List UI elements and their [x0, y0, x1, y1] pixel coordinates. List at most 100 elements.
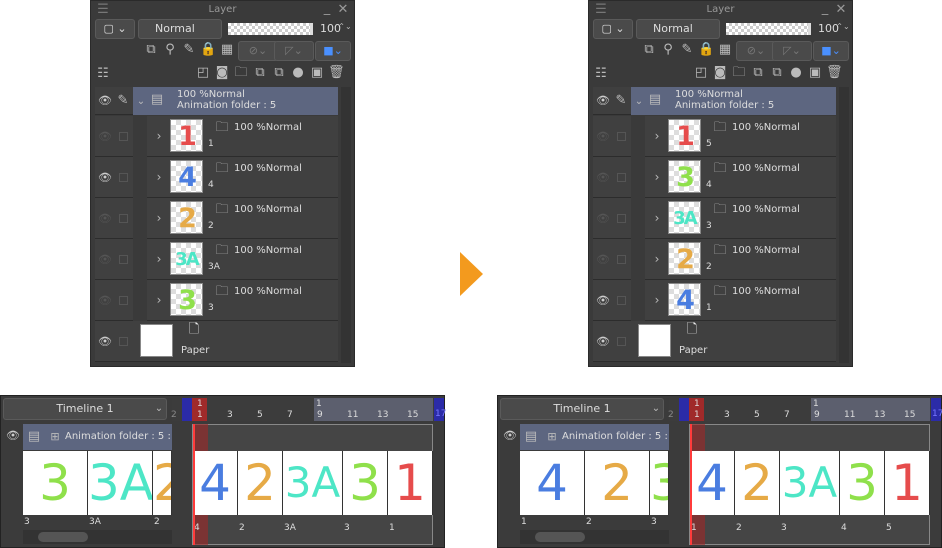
- scrollbar[interactable]: [341, 87, 351, 363]
- reference-icon[interactable]: ⚲: [162, 43, 178, 57]
- minimize-icon[interactable]: _: [817, 2, 833, 16]
- eye-icon[interactable]: 👁: [595, 294, 611, 307]
- mask-dropdown[interactable]: ⊘⌄: [736, 41, 776, 61]
- minimize-icon[interactable]: _: [319, 2, 335, 16]
- transfer-down-icon[interactable]: ⧉: [750, 66, 766, 80]
- layer-row[interactable]: 👁 › 2 🗀 100 %Normal 2: [95, 198, 338, 239]
- checkbox[interactable]: [119, 173, 128, 182]
- clip-icon[interactable]: ⧉: [641, 43, 657, 57]
- layer-row[interactable]: 👁 › 3 🗀 100 %Normal 4: [593, 157, 836, 198]
- cel-frame[interactable]: 4: [193, 451, 238, 515]
- horizontal-scrollbar[interactable]: [520, 530, 669, 544]
- chevron-right-icon[interactable]: ›: [151, 211, 167, 225]
- reference-icon[interactable]: ⚲: [660, 43, 676, 57]
- eye-icon[interactable]: 👁: [502, 429, 518, 442]
- close-icon[interactable]: ✕: [833, 3, 849, 17]
- blend-mode-dropdown[interactable]: Normal: [138, 19, 222, 39]
- ruler-dropdown[interactable]: ◸⌄: [274, 41, 314, 61]
- checkbox[interactable]: [119, 132, 128, 141]
- chevron-right-icon[interactable]: ›: [649, 129, 665, 143]
- layer-row[interactable]: 👁 › 2 🗀 100 %Normal 2: [593, 239, 836, 280]
- expand-icon[interactable]: ⊞: [47, 430, 63, 444]
- layer-property-icon[interactable]: ☷: [593, 67, 609, 81]
- mask-icon[interactable]: ●: [290, 66, 306, 80]
- layer-row[interactable]: 👁 › 1 🗀 100 %Normal 5: [593, 116, 836, 157]
- expand-icon[interactable]: ⊞: [544, 430, 560, 444]
- chevron-down-icon[interactable]: ⌄: [151, 402, 167, 416]
- cel-frame[interactable]: 3A: [283, 451, 343, 515]
- layer-row[interactable]: 👁 › 3A 🗀 100 %Normal 3: [593, 198, 836, 239]
- new-raster-layer-icon[interactable]: ◰: [195, 66, 211, 80]
- blend-mode-dropdown[interactable]: Normal: [636, 19, 720, 39]
- track-header[interactable]: ▤ ⊞Animation folder : 5 : cel: [520, 424, 669, 450]
- eye-icon[interactable]: 👁: [595, 212, 611, 225]
- eye-icon[interactable]: 👁: [595, 130, 611, 143]
- chevron-right-icon[interactable]: ›: [151, 129, 167, 143]
- scroll-thumb[interactable]: [38, 532, 88, 542]
- draft-icon[interactable]: ✎: [181, 43, 197, 57]
- checkbox[interactable]: [617, 255, 626, 264]
- layer-row[interactable]: 👁 › 3A 🗀 100 %Normal 3A: [95, 239, 338, 280]
- cel-frame[interactable]: 1: [388, 451, 433, 515]
- cel-frame[interactable]: 3: [343, 451, 388, 515]
- frame-ruler[interactable]: 2 17 1 1 1 3 5 7 9 11 13 15: [668, 398, 942, 421]
- animation-folder-row[interactable]: 👁 ✎ ⌄ ▤ 100 %Normal Animation folder : 5: [95, 87, 338, 115]
- chevron-right-icon[interactable]: ›: [649, 293, 665, 307]
- scroll-thumb[interactable]: [535, 532, 585, 542]
- layer-color-icon[interactable]: ■⌄: [315, 41, 351, 61]
- close-icon[interactable]: ✕: [335, 3, 351, 17]
- lock-transparency-icon[interactable]: ▦: [219, 43, 235, 57]
- timeline-select[interactable]: Timeline 1: [3, 398, 167, 420]
- cel-frame[interactable]: 3: [840, 451, 885, 515]
- eye-icon[interactable]: 👁: [97, 130, 113, 143]
- draft-icon[interactable]: ✎: [679, 43, 695, 57]
- delete-icon[interactable]: 🗑: [328, 66, 345, 80]
- checkbox[interactable]: [119, 255, 128, 264]
- eye-icon[interactable]: 👁: [97, 94, 113, 107]
- eye-icon[interactable]: 👁: [595, 171, 611, 184]
- merge-icon[interactable]: ⧉: [271, 66, 287, 80]
- clip-icon[interactable]: ⧉: [143, 43, 159, 57]
- eye-icon[interactable]: 👁: [595, 253, 611, 266]
- pencil-icon[interactable]: ✎: [613, 94, 629, 108]
- cel-frame[interactable]: 2: [735, 451, 780, 515]
- merge-icon[interactable]: ⧉: [769, 66, 785, 80]
- checkbox[interactable]: [617, 337, 626, 346]
- delete-icon[interactable]: 🗑: [826, 66, 843, 80]
- opacity-slider[interactable]: [726, 23, 811, 35]
- chevron-right-icon[interactable]: ›: [649, 170, 665, 184]
- paper-row[interactable]: 👁 🗋 Paper: [593, 321, 836, 362]
- apply-mask-icon[interactable]: ▣: [309, 66, 325, 80]
- chevron-right-icon[interactable]: ›: [649, 211, 665, 225]
- layer-row[interactable]: 👁 › 1 🗀 100 %Normal 1: [95, 116, 338, 157]
- eye-icon[interactable]: 👁: [595, 94, 611, 107]
- animation-folder-row[interactable]: 👁 ✎ ⌄ ▤ 100 %Normal Animation folder : 5: [593, 87, 836, 115]
- new-folder-icon[interactable]: 🗀: [731, 66, 747, 80]
- scrollbar[interactable]: [839, 87, 849, 363]
- eye-icon[interactable]: 👁: [97, 253, 113, 266]
- checkbox[interactable]: [119, 214, 128, 223]
- checkbox[interactable]: [617, 214, 626, 223]
- new-vector-layer-icon[interactable]: ◙: [214, 66, 230, 80]
- chevron-down-icon[interactable]: ⌄: [631, 95, 647, 109]
- pencil-icon[interactable]: ✎: [115, 94, 131, 108]
- eye-icon[interactable]: 👁: [5, 429, 21, 442]
- layer-row[interactable]: 👁 › 3 🗀 100 %Normal 3: [95, 280, 338, 321]
- new-vector-layer-icon[interactable]: ◙: [712, 66, 728, 80]
- frame-ruler[interactable]: 2 17 1 1 1 3 5 7 9 11 13 15: [171, 398, 446, 421]
- mask-dropdown[interactable]: ⊘⌄: [238, 41, 278, 61]
- checkbox[interactable]: [119, 296, 128, 305]
- chevron-right-icon[interactable]: ›: [649, 252, 665, 266]
- lock-transparency-icon[interactable]: ▦: [717, 43, 733, 57]
- playhead[interactable]: [690, 424, 692, 545]
- checkbox[interactable]: [617, 132, 626, 141]
- transfer-down-icon[interactable]: ⧉: [252, 66, 268, 80]
- new-folder-icon[interactable]: 🗀: [233, 66, 249, 80]
- eye-icon[interactable]: 👁: [97, 294, 113, 307]
- chevron-down-icon[interactable]: ⌄: [133, 95, 149, 109]
- eye-icon[interactable]: 👁: [595, 335, 611, 348]
- cel-frame[interactable]: 1: [885, 451, 930, 515]
- horizontal-scrollbar[interactable]: [23, 530, 172, 544]
- playhead[interactable]: [193, 424, 195, 545]
- eye-icon[interactable]: 👁: [97, 212, 113, 225]
